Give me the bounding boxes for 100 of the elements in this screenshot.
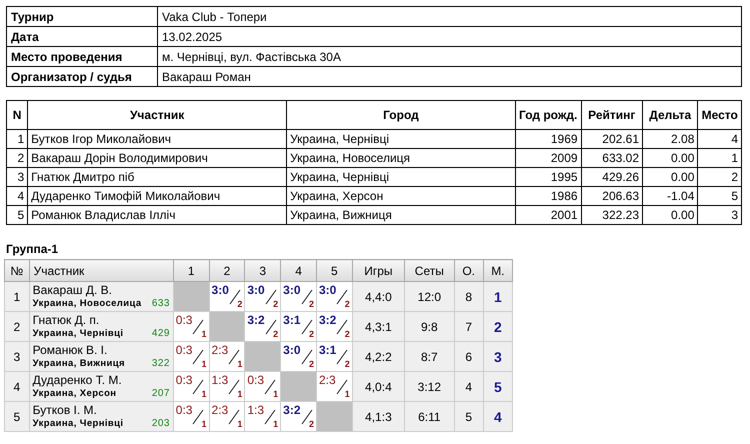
table-cell: 0.00 — [642, 206, 698, 224]
player-name: Гнатюк Д. п. — [32, 313, 100, 328]
player-name: Бутков І. М. — [32, 403, 98, 418]
match-score: 0:3 — [176, 343, 192, 358]
match-points: 1 — [202, 418, 207, 430]
table-cell: 0.00 — [642, 148, 698, 168]
table-cell: 206.63 — [581, 186, 642, 206]
place-cell: 3 — [483, 342, 512, 372]
row-number: 3 — [4, 342, 30, 372]
match-points: 1 — [273, 388, 278, 400]
field-label: Турнир — [6, 6, 158, 26]
match-points: 1 — [202, 328, 207, 340]
table-cell: Украина, Чернівці — [286, 168, 516, 186]
player-city: Украина, Херсон — [32, 388, 116, 400]
match-score: 3:0 — [318, 283, 336, 298]
match-score: 3:0 — [283, 283, 301, 298]
field-value: м. Чернівці, вул. Фастівська 30А — [158, 46, 742, 66]
row-number: 1 — [4, 282, 30, 312]
match-score: 0:3 — [247, 373, 264, 388]
table-cell: 1969 — [515, 130, 582, 148]
match-score: 3:0 — [212, 283, 229, 298]
table-cell: 202.61 — [581, 130, 642, 148]
match-points: 1 — [237, 358, 242, 370]
table-cell: 3 — [698, 206, 742, 224]
column-header: 3 — [244, 260, 281, 282]
points-cell: 8 — [454, 282, 484, 312]
sets-cell: 9:8 — [404, 312, 454, 342]
match-score: 1:3 — [247, 403, 264, 418]
table-cell: 2.08 — [642, 130, 698, 148]
table-cell: 1 — [698, 148, 742, 168]
column-header: О. — [454, 260, 484, 282]
column-header: 2 — [209, 260, 245, 282]
player-rating: 633 — [152, 298, 170, 310]
match-score: 3:2 — [318, 313, 336, 328]
column-header: 4 — [280, 260, 316, 282]
table-cell: 5 — [6, 206, 28, 224]
column-header: Рейтинг — [581, 100, 642, 130]
match-points: 2 — [344, 328, 350, 340]
table-cell: Вакараш Дорін Володимирович — [28, 148, 287, 168]
match-score: 2:3 — [318, 373, 336, 388]
column-header: № — [4, 260, 30, 282]
place-cell: 2 — [483, 312, 512, 342]
table-cell: 1 — [6, 130, 28, 148]
match-points: 2 — [308, 328, 314, 340]
match-points: 2 — [237, 298, 242, 310]
games-cell: 4,4:0 — [352, 282, 405, 312]
match-score: 3:2 — [247, 313, 265, 328]
table-cell: 2001 — [515, 206, 582, 224]
table-cell: Дударенко Тимофій Миколайович — [28, 186, 287, 206]
match-points: 2 — [344, 358, 350, 370]
match-score: 0:3 — [176, 373, 192, 388]
column-header: Дельта — [642, 100, 698, 130]
field-label: Организатор / судья — [6, 66, 158, 86]
table-cell: 5 — [698, 186, 742, 206]
field-value: Вакараш Роман — [158, 66, 742, 86]
column-header: Участник — [28, 100, 287, 130]
table-cell: Украина, Новоселиця — [286, 148, 516, 168]
column-header: Место — [698, 100, 742, 130]
games-cell: 4,1:3 — [352, 402, 405, 432]
match-points: 2 — [344, 298, 350, 310]
points-cell: 6 — [454, 342, 484, 372]
column-header: Участник — [29, 260, 174, 282]
player-rating: 322 — [152, 358, 170, 370]
match-score: 0:3 — [176, 313, 192, 328]
table-cell: 2 — [6, 148, 28, 168]
column-header: Город — [286, 100, 516, 130]
row-number: 5 — [4, 402, 30, 432]
table-cell: 1986 — [515, 186, 582, 206]
table-cell: Романюк Владислав Ілліч — [28, 206, 287, 224]
table-cell: -1.04 — [642, 186, 698, 206]
player-rating: 203 — [152, 418, 170, 430]
table-cell: 3 — [6, 168, 28, 186]
table-cell: Украина, Чернівці — [286, 130, 516, 148]
table-cell: 4 — [698, 130, 742, 148]
match-points: 2 — [308, 418, 314, 430]
player-name: Вакараш Д. В. — [32, 283, 113, 298]
match-score: 2:3 — [212, 403, 228, 418]
match-score: 3:0 — [247, 283, 265, 298]
field-label: Дата — [6, 26, 158, 46]
table-cell: 0.00 — [642, 168, 698, 186]
match-points: 1 — [344, 388, 350, 400]
match-points: 1 — [273, 418, 278, 430]
match-score: 3:0 — [283, 343, 301, 358]
table-cell: Бутков Ігор Миколайович — [28, 130, 287, 148]
player-rating: 429 — [152, 328, 170, 340]
points-cell: 7 — [454, 312, 484, 342]
games-cell: 4,3:1 — [352, 312, 405, 342]
match-score: 3:2 — [283, 403, 301, 418]
sets-cell: 8:7 — [404, 342, 454, 372]
row-number: 4 — [4, 372, 30, 402]
match-score: 2:3 — [212, 343, 228, 358]
place-cell: 1 — [483, 282, 512, 312]
sets-cell: 6:11 — [404, 402, 454, 432]
group-title: Группа-1 — [6, 242, 60, 256]
field-label: Место проведения — [6, 46, 158, 66]
column-header: 5 — [316, 260, 352, 282]
match-points: 2 — [273, 328, 278, 340]
games-cell: 4,2:2 — [352, 342, 405, 372]
table-cell: 2009 — [515, 148, 582, 168]
column-header: Сеты — [404, 260, 454, 282]
